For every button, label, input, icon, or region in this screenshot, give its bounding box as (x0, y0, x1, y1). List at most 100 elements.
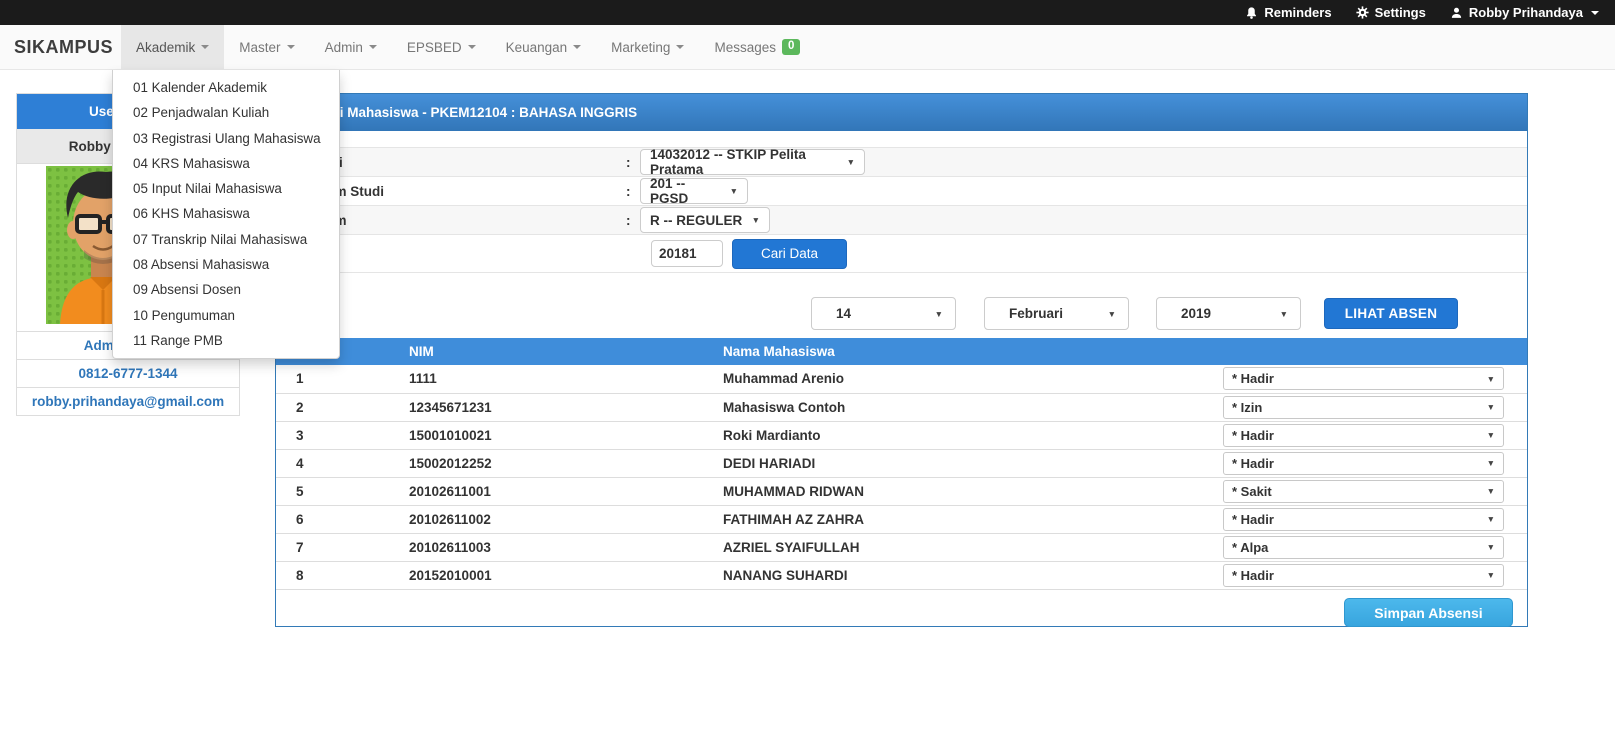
reminders-button[interactable]: Reminders (1245, 5, 1331, 20)
menu-item-krs-mahasiswa[interactable]: 04 KRS Mahasiswa (113, 151, 339, 176)
cell-nama: Mahasiswa Contoh (706, 393, 1206, 421)
caret-down-icon: ▼ (1100, 309, 1116, 319)
user-menu-button[interactable]: Robby Prihandaya (1450, 5, 1599, 20)
caret-down-icon: ▼ (1479, 514, 1495, 524)
cell-nama: DEDI HARIADI (706, 449, 1206, 477)
colon: : (626, 213, 640, 228)
menu-item-khs-mahasiswa[interactable]: 06 KHS Mahasiswa (113, 201, 339, 226)
attendance-select[interactable]: * Hadir ▼ (1223, 508, 1504, 531)
selected-value: * Hadir (1232, 568, 1274, 583)
nav-label: Messages (714, 40, 776, 55)
nav-item-epsbed[interactable]: EPSBED (392, 25, 491, 69)
menu-item-range-pmb[interactable]: 11 Range PMB (113, 328, 339, 353)
bell-icon (1245, 6, 1258, 20)
selected-value: * Alpa (1232, 540, 1268, 555)
attendance-select[interactable]: * Sakit ▼ (1223, 480, 1504, 503)
cell-status: * Hadir ▼ (1206, 365, 1527, 393)
nav-item-keuangan[interactable]: Keuangan (491, 25, 597, 69)
program-select[interactable]: R -- REGULER ▼ (640, 207, 770, 233)
menu-item-transkrip-nilai[interactable]: 07 Transkrip Nilai Mahasiswa (113, 227, 339, 252)
cell-nim: 12345671231 (391, 393, 706, 421)
attendance-select[interactable]: * Hadir ▼ (1223, 452, 1504, 475)
menu-item-penjadwalan-kuliah[interactable]: 02 Penjadwalan Kuliah (113, 100, 339, 125)
caret-down-icon: ▼ (839, 157, 855, 167)
cell-no: 4 (276, 449, 391, 477)
table-row: 7 20102611003 AZRIEL SYAIFULLAH * Alpa ▼ (276, 533, 1527, 561)
cell-status: * Sakit ▼ (1206, 477, 1527, 505)
table-header-row: NIM Nama Mahasiswa (276, 338, 1527, 365)
settings-button[interactable]: Settings (1356, 5, 1426, 20)
person-icon (1450, 6, 1463, 20)
gear-icon (1356, 6, 1369, 19)
menu-item-absensi-dosen[interactable]: 09 Absensi Dosen (113, 277, 339, 302)
cell-nama: AZRIEL SYAIFULLAH (706, 533, 1206, 561)
user-email-link[interactable]: robby.prihandaya@gmail.com (17, 387, 239, 415)
date-selector-row: 14 ▼ Februari ▼ 2019 ▼ LIHAT ABSEN (276, 297, 1527, 330)
caret-down-icon: ▼ (1479, 458, 1495, 468)
cell-no: 8 (276, 561, 391, 589)
chevron-down-icon (287, 45, 295, 49)
topbar: Reminders (0, 0, 1615, 25)
cari-data-button[interactable]: Cari Data (732, 239, 847, 269)
selected-value: * Hadir (1232, 512, 1274, 527)
sikampus-app: Reminders (0, 0, 1615, 740)
attendance-select[interactable]: * Izin ▼ (1223, 396, 1504, 419)
cell-nim: 20152010001 (391, 561, 706, 589)
simpan-absensi-button[interactable]: Simpan Absensi (1344, 598, 1513, 627)
cell-nama: NANANG SUHARDI (706, 561, 1206, 589)
table-row: 4 15002012252 DEDI HARIADI * Hadir ▼ (276, 449, 1527, 477)
filter-row-program-studi: Program Studi : 201 -- PGSD ▼ (276, 177, 1527, 206)
nav-item-messages[interactable]: Messages 0 (699, 25, 815, 69)
tahun-input[interactable] (651, 240, 723, 267)
cell-nim: 15002012252 (391, 449, 706, 477)
attendance-select[interactable]: * Alpa ▼ (1223, 536, 1504, 559)
attendance-select[interactable]: * Hadir ▼ (1223, 367, 1504, 390)
menu-item-input-nilai[interactable]: 05 Input Nilai Mahasiswa (113, 176, 339, 201)
cell-nama: MUHAMMAD RIDWAN (706, 477, 1206, 505)
menu-item-pengumuman[interactable]: 10 Pengumuman (113, 303, 339, 328)
attendance-select[interactable]: * Hadir ▼ (1223, 424, 1504, 447)
nav-label: Keuangan (506, 40, 568, 55)
settings-label: Settings (1375, 5, 1426, 20)
caret-down-icon: ▼ (722, 186, 738, 196)
nav-item-admin[interactable]: Admin (310, 25, 392, 69)
caret-down-icon: ▼ (1479, 542, 1495, 552)
day-select[interactable]: 14 ▼ (811, 297, 956, 330)
caret-down-icon: ▼ (1479, 374, 1495, 384)
caret-down-icon: ▼ (744, 215, 760, 225)
user-phone-link[interactable]: 0812-6777-1344 (17, 359, 239, 387)
nav-label: EPSBED (407, 40, 462, 55)
cell-nim: 20102611001 (391, 477, 706, 505)
chevron-down-icon (201, 45, 209, 49)
year-select[interactable]: 2019 ▼ (1156, 297, 1301, 330)
cell-status: * Izin ▼ (1206, 393, 1527, 421)
cell-nim: 20102611003 (391, 533, 706, 561)
search-row: Cari Data (276, 235, 1527, 273)
lihat-absen-button[interactable]: LIHAT ABSEN (1324, 298, 1458, 329)
nav-item-marketing[interactable]: Marketing (596, 25, 699, 69)
menu-item-registrasi-ulang[interactable]: 03 Registrasi Ulang Mahasiswa (113, 126, 339, 151)
nav-item-akademik[interactable]: Akademik (121, 25, 224, 69)
header-nama: Nama Mahasiswa (706, 338, 1206, 365)
menu-item-kalender-akademik[interactable]: 01 Kalender Akademik (113, 75, 339, 100)
cell-no: 5 (276, 477, 391, 505)
chevron-down-icon (676, 45, 684, 49)
caret-down-icon: ▼ (927, 309, 943, 319)
month-select[interactable]: Februari ▼ (984, 297, 1129, 330)
nav-item-master[interactable]: Master (224, 25, 309, 69)
attendance-select[interactable]: * Hadir ▼ (1223, 564, 1504, 587)
selected-value: Februari (1009, 306, 1063, 321)
institusi-select[interactable]: 14032012 -- STKIP Pelita Pratama ▼ (640, 149, 865, 175)
program-studi-select[interactable]: 201 -- PGSD ▼ (640, 178, 748, 204)
selected-value: * Sakit (1232, 484, 1272, 499)
nav-label: Master (239, 40, 280, 55)
menu-item-absensi-mahasiswa[interactable]: 08 Absensi Mahasiswa (113, 252, 339, 277)
table-row: 6 20102611002 FATHIMAH AZ ZAHRA * Hadir … (276, 505, 1527, 533)
cell-status: * Hadir ▼ (1206, 561, 1527, 589)
chevron-down-icon (468, 45, 476, 49)
selected-value: 2019 (1181, 306, 1211, 321)
brand-logo[interactable]: SIKAMPUS (0, 25, 121, 69)
cell-no: 7 (276, 533, 391, 561)
chevron-down-icon (573, 45, 581, 49)
selected-value: 14 (836, 306, 851, 321)
